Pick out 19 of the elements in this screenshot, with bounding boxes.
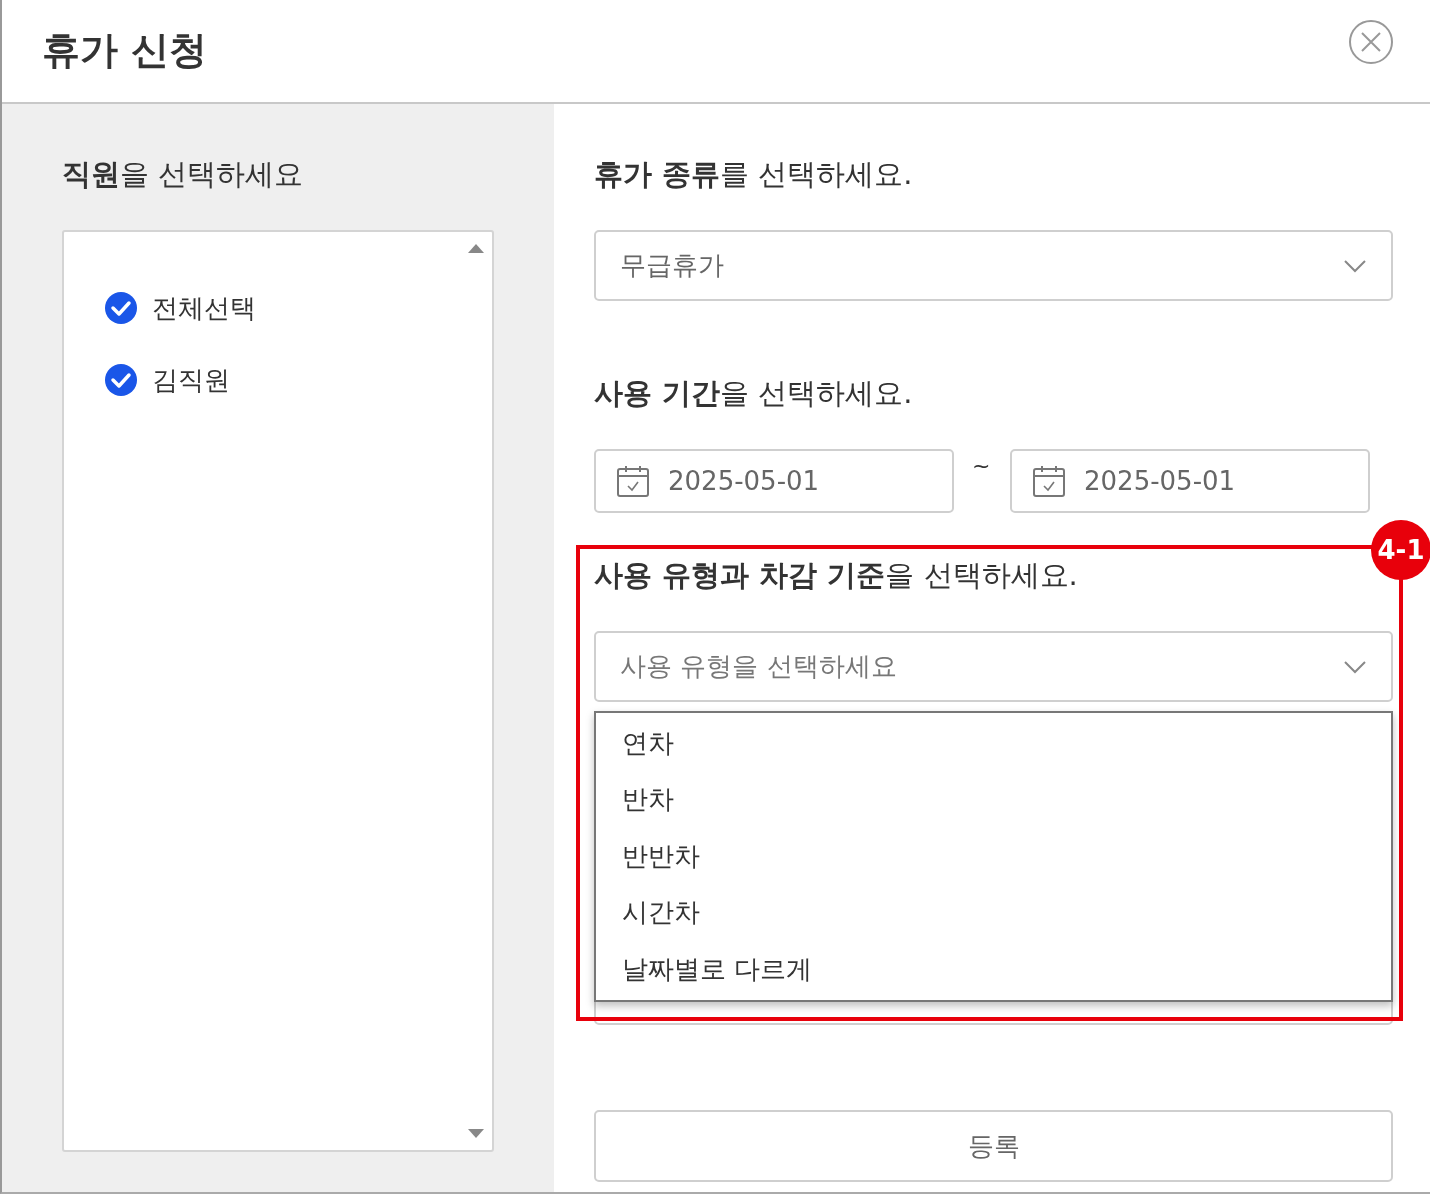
dropdown-option[interactable]: 연차 [596, 715, 1391, 772]
dropdown-option[interactable]: 날짜별로 다르게 [596, 941, 1391, 998]
dialog-title: 휴가 신청 [42, 28, 208, 74]
dropdown-option[interactable]: 반차 [596, 771, 1391, 828]
employee-name: 김직원 [152, 363, 230, 397]
dropdown-option[interactable]: 시간차 [596, 884, 1391, 941]
section-heading: 직원을 선택하세요 [62, 156, 305, 193]
dropdown-option[interactable]: 반반차 [596, 828, 1391, 885]
start-date-field[interactable]: 2025-05-01 [594, 449, 954, 513]
section-heading: 사용 기간을 선택하세요. [594, 375, 914, 412]
leave-type-select[interactable]: 무급휴가 [594, 230, 1393, 301]
employee-name: 전체선택 [152, 291, 256, 325]
register-button[interactable]: 등록 [594, 1110, 1393, 1182]
usage-type-select[interactable]: 사용 유형을 선택하세요 [594, 631, 1393, 702]
tilde-separator: ~ [972, 452, 992, 480]
section-heading: 사용 유형과 차감 기준을 선택하세요. [594, 557, 1079, 594]
end-date-field[interactable]: 2025-05-01 [1010, 449, 1370, 513]
section-heading: 휴가 종류를 선택하세요. [594, 156, 914, 193]
annotation-badge: 4-1 [1371, 520, 1430, 580]
